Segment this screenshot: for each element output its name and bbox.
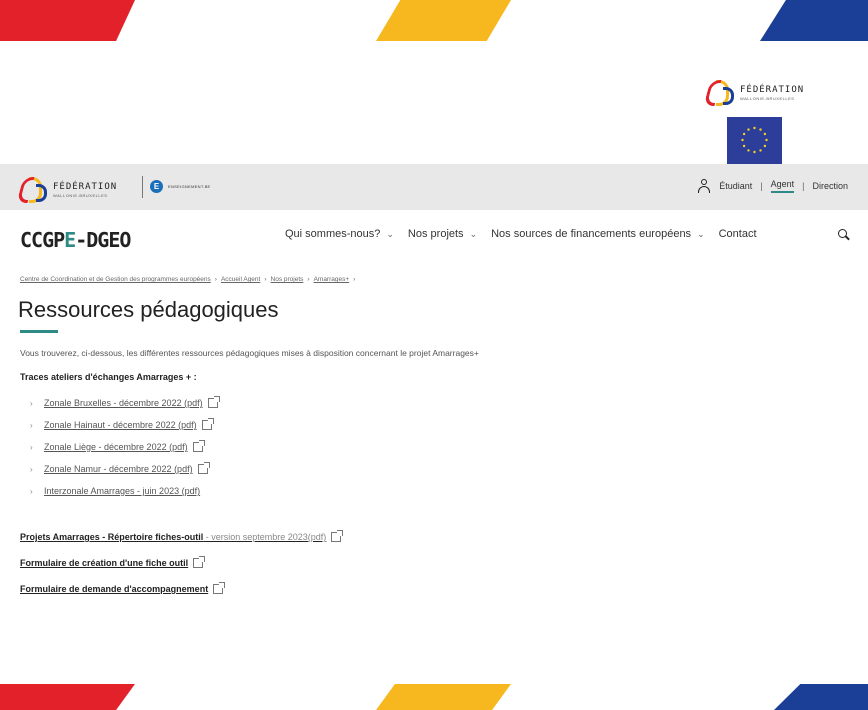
enseignement-icon: E [150,180,163,193]
repertoire-link-version: - version septembre 2023(pdf) [203,532,327,542]
federation-title: FÉDÉRATION [740,84,805,95]
resource-list: › Zonale Bruxelles - décembre 2022 (pdf)… [30,392,220,502]
external-link-icon [197,462,210,474]
separator: | [760,181,763,191]
repertoire-link[interactable]: Projets Amarrages - Répertoire fiches-ou… [20,532,326,542]
chevron-right-icon: › [30,486,33,496]
chevron-down-icon: ⌄ [386,228,394,239]
chevron-down-icon: ⌄ [469,228,478,239]
nav-item-label: Nos projets [407,228,464,240]
logo-divider [142,176,143,198]
resource-link[interactable]: Zonale Bruxelles - décembre 2022 (pdf) [44,398,203,408]
resource-link[interactable]: Zonale Namur - décembre 2022 (pdf) [44,464,193,474]
intro-text: Vous trouverez, ci-dessous, les différen… [20,348,479,358]
nav-item-qui-sommes-nous[interactable]: Qui sommes-nous? ⌄ [285,228,394,240]
external-link-icon [213,582,226,594]
breadcrumb-separator: › [353,276,356,283]
breadcrumb-item[interactable]: Centre de Coordination et de Gestion des… [20,276,211,283]
top-utility-bar: FÉDÉRATION WALLONIE-BRUXELLES E ENSEIGNE… [0,164,868,210]
decorative-red-stripe [0,0,135,41]
user-link-etudiant[interactable]: Étudiant [719,181,752,191]
external-link-icon [331,530,344,542]
federation-subtitle: WALLONIE-BRUXELLES [740,95,795,101]
federation-logo: FÉDÉRATION WALLONIE-BRUXELLES [703,80,805,106]
fiche-form-row: Formulaire de création d'une fiche outil [20,556,206,568]
list-item: › Zonale Hainaut - décembre 2022 (pdf) [30,414,218,436]
external-link-icon [193,556,206,568]
decorative-yellow-stripe [376,684,511,710]
user-type-switcher: Étudiant | Agent | Direction [697,179,848,193]
chevron-right-icon: › [30,442,33,452]
chevron-down-icon: ⌄ [697,228,705,239]
federation-mark-icon [703,80,734,106]
breadcrumb: Centre de Coordination et de Gestion des… [20,276,355,283]
title-underline [20,330,58,333]
federation-subtitle-small: WALLONIE-BRUXELLES [53,192,108,198]
nav-item-nos-projets[interactable]: Nos projets ⌄ [408,228,477,240]
separator: | [802,181,805,191]
external-link-icon [192,440,205,452]
resource-link[interactable]: Interzonale Amarrages - juin 2023 (pdf) [44,486,200,496]
list-item: › Interzonale Amarrages - juin 2023 (pdf… [30,480,218,502]
decorative-blue-stripe [760,0,868,41]
user-link-agent[interactable]: Agent [770,179,795,193]
user-icon [697,179,711,193]
breadcrumb-item[interactable]: Amarrages+ [314,276,350,283]
nav-item-contact[interactable]: Contact [719,228,757,240]
decorative-red-stripe [0,684,135,710]
site-brand[interactable]: CCGPE-DGEO [20,228,131,252]
eu-flag-icon [727,117,782,164]
brand-suffix: -DGEO [75,228,131,252]
decorative-blue-stripe [774,684,868,710]
breadcrumb-item[interactable]: Accueil Agent [221,276,260,283]
nav-item-label: Qui sommes-nous? [285,228,381,240]
external-link-icon [207,396,220,408]
breadcrumb-item[interactable]: Nos projets [271,276,304,283]
page-title: Ressources pédagogiques [18,297,279,322]
list-item: › Zonale Namur - décembre 2022 (pdf) [30,458,218,480]
resource-link[interactable]: Zonale Hainaut - décembre 2022 (pdf) [44,420,197,430]
enseignement-logo[interactable]: E ENSEIGNEMENT.BE [150,180,211,193]
brand-prefix: CCGP [20,228,65,252]
chevron-right-icon: › [30,398,33,408]
chevron-right-icon: › [30,464,33,474]
resource-link[interactable]: Zonale Liège - décembre 2022 (pdf) [44,442,188,452]
federation-logo-small[interactable]: FÉDÉRATION WALLONIE-BRUXELLES [16,177,118,203]
nav-item-financements[interactable]: Nos sources de financements européens ⌄ [491,228,705,240]
main-nav: Qui sommes-nous? ⌄ Nos projets ⌄ Nos sou… [285,228,771,240]
fiche-outil-form-link[interactable]: Formulaire de création d'une fiche outil [20,558,188,568]
nav-item-label: Nos sources de financements européens [491,228,692,240]
list-item: › Zonale Bruxelles - décembre 2022 (pdf) [30,392,220,414]
decorative-yellow-stripe [376,0,511,41]
accompagnement-form-row: Formulaire de demande d'accompagnement [20,582,226,594]
brand-highlight: E [64,228,76,252]
enseignement-label: ENSEIGNEMENT.BE [168,184,211,189]
chevron-right-icon: › [30,420,33,430]
nav-item-label: Contact [718,228,757,240]
repertoire-link-bold: Projets Amarrages - Répertoire fiches-ou… [20,532,204,542]
accompagnement-form-link[interactable]: Formulaire de demande d'accompagnement [20,584,208,594]
user-link-direction[interactable]: Direction [812,181,848,191]
federation-mark-icon [16,177,47,203]
repertoire-link-row: Projets Amarrages - Répertoire fiches-ou… [20,530,344,542]
breadcrumb-separator: › [264,276,267,283]
external-link-icon [201,418,214,430]
federation-title-small: FÉDÉRATION [53,181,118,192]
breadcrumb-separator: › [214,276,217,283]
section-heading: Traces ateliers d'échanges Amarrages + : [20,372,197,382]
breadcrumb-separator: › [307,276,310,283]
list-item: › Zonale Liège - décembre 2022 (pdf) [30,436,218,458]
search-button[interactable] [836,227,852,243]
